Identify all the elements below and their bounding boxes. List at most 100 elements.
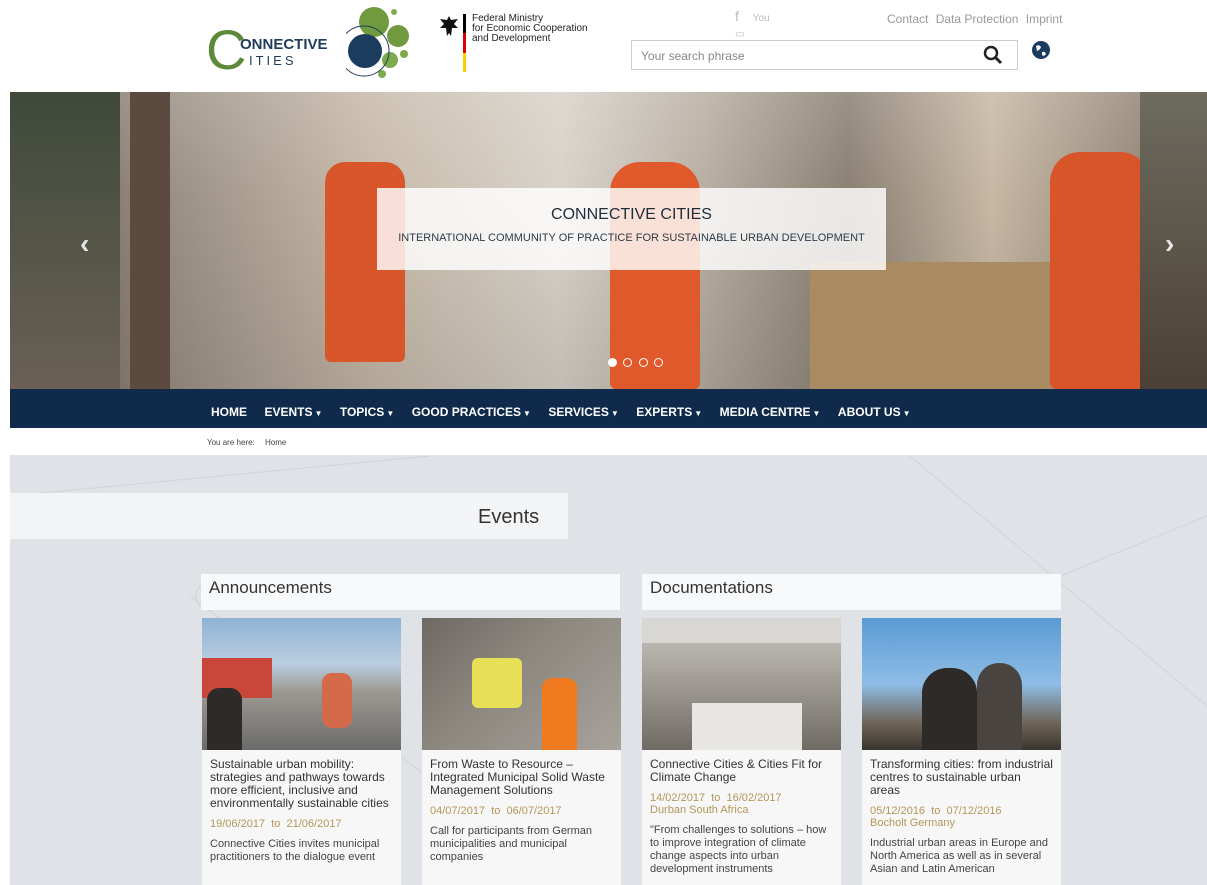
globe-icon[interactable] (1031, 40, 1051, 60)
logo-circles-icon (346, 7, 409, 78)
date-from: 19/06/2017 (210, 818, 266, 830)
nav-label-about-us: ABOUT US (837, 405, 901, 419)
event-card[interactable]: From Waste to Resource – Integrated Muni… (422, 618, 621, 885)
hero-cart (810, 262, 1050, 389)
logo-word-bottom: ITIES (249, 53, 297, 68)
nav-label-home: HOME (211, 405, 247, 419)
hero-trunk (130, 92, 170, 389)
date-separator: to (931, 805, 941, 817)
pedestrian-shape (207, 688, 242, 750)
event-title[interactable]: Transforming cities: from industrial cen… (870, 758, 1053, 797)
nav-item-topics[interactable]: TOPICS ▼ (340, 405, 394, 419)
slider-dots (608, 354, 665, 372)
top-links: Contact Data Protection Imprint (883, 12, 1062, 26)
event-description: Call for participants from German munici… (430, 825, 592, 863)
nav-item-good-practices[interactable]: GOOD PRACTICES ▼ (412, 405, 531, 419)
cyclist-shape (322, 673, 352, 728)
hero-tree-left (10, 92, 120, 389)
date-to: 16/02/2017 (726, 792, 782, 804)
social-links: f You ▭ (735, 8, 770, 40)
date-to: 07/12/2016 (946, 805, 1002, 817)
contact-link[interactable]: Contact (887, 12, 928, 26)
nav-item-about-us[interactable]: ABOUT US ▼ (838, 405, 911, 419)
nav-item-media-centre[interactable]: MEDIA CENTRE ▼ (720, 405, 821, 419)
slider-dot-2[interactable] (623, 358, 633, 367)
slider-prev-icon[interactable]: ‹ (80, 228, 89, 260)
imprint-link[interactable]: Imprint (1026, 12, 1063, 26)
event-dates: 04/07/2017 to 06/07/2017 (430, 805, 613, 817)
event-image-mobility[interactable] (202, 618, 401, 750)
event-title[interactable]: Connective Cities & Cities Fit for Clima… (650, 758, 833, 784)
documentations-heading: Documentations (642, 574, 1061, 610)
nav-label-media-centre: MEDIA CENTRE (719, 405, 811, 419)
event-title[interactable]: From Waste to Resource – Integrated Muni… (430, 758, 613, 797)
search-input[interactable]: Your search phrase (631, 40, 1018, 70)
event-card[interactable]: Sustainable urban mobility: strategies a… (202, 618, 401, 885)
ceiling-shape (642, 618, 841, 643)
youtube-icon[interactable]: You ▭ (735, 13, 770, 40)
slider-dot-1[interactable] (608, 358, 617, 367)
event-location: Bocholt Germany (870, 817, 955, 829)
hero-caption: CONNECTIVE CITIES INTERNATIONAL COMMUNIT… (377, 188, 886, 270)
nav-item-home[interactable]: HOME (211, 405, 247, 419)
event-dates: 19/06/2017 to 21/06/2017 (210, 818, 393, 830)
event-location: Durban South Africa (650, 804, 749, 816)
caret-down-icon: ▼ (812, 409, 821, 418)
event-card[interactable]: Transforming cities: from industrial cen… (862, 618, 1061, 885)
nav-item-services[interactable]: SERVICES ▼ (548, 405, 618, 419)
date-separator: to (271, 818, 281, 830)
facebook-icon[interactable]: f (735, 8, 739, 24)
hero-worker-right (1050, 152, 1150, 389)
announcements-heading: Announcements (201, 574, 620, 610)
nav-label-topics: TOPICS (339, 405, 385, 419)
page-title: Events (478, 506, 540, 528)
logo-word-top: ONNECTIVE (240, 36, 328, 53)
caret-down-icon: ▼ (523, 409, 531, 418)
slider-next-icon[interactable]: › (1165, 228, 1174, 260)
bin-shape (472, 658, 522, 708)
event-description: "From challenges to solutions – how to i… (650, 824, 827, 875)
caret-down-icon: ▼ (386, 409, 395, 418)
documentations-title[interactable]: Documentations (650, 578, 773, 598)
ministry-line-3: and Development (472, 33, 551, 44)
site-header: C ONNECTIVE ITIES Federal Ministry for E… (0, 0, 1207, 92)
event-title[interactable]: Sustainable urban mobility: strategies a… (210, 758, 393, 810)
event-image-bocholt[interactable] (862, 618, 1061, 750)
search-icon[interactable] (983, 45, 1003, 65)
hero-slider: CONNECTIVE CITIES INTERNATIONAL COMMUNIT… (10, 92, 1207, 389)
event-image-waste[interactable] (422, 618, 621, 750)
german-flag-bar (463, 14, 466, 72)
slider-dot-4[interactable] (654, 358, 664, 367)
date-separator: to (711, 792, 721, 804)
nav-item-experts[interactable]: EXPERTS ▼ (636, 405, 702, 419)
ministry-text: Federal Ministry for Economic Cooperatio… (472, 14, 588, 44)
person-shape (977, 663, 1022, 750)
date-to: 06/07/2017 (506, 805, 562, 817)
event-description: Industrial urban areas in Europe and Nor… (870, 837, 1048, 875)
connective-cities-logo[interactable]: C ONNECTIVE ITIES (206, 6, 416, 80)
event-image-durban[interactable] (642, 618, 841, 750)
caret-down-icon: ▼ (610, 409, 619, 418)
announcements-title[interactable]: Announcements (209, 578, 332, 598)
nav-label-experts: EXPERTS (636, 405, 693, 419)
caret-down-icon: ▼ (314, 409, 323, 418)
data-protection-link[interactable]: Data Protection (936, 12, 1019, 26)
event-dates: 05/12/2016 to 07/12/2016 (870, 805, 1053, 817)
bmz-logo[interactable]: Federal Ministry for Economic Cooperatio… (438, 14, 598, 74)
events-heading-box: Events (10, 493, 568, 539)
nav-item-events[interactable]: EVENTS ▼ (264, 405, 322, 419)
hero-subtitle: INTERNATIONAL COMMUNITY OF PRACTICE FOR … (398, 232, 865, 244)
breadcrumb: You are here: Home (10, 428, 1207, 456)
slider-dot-3[interactable] (638, 358, 648, 367)
eagle-icon (440, 16, 458, 36)
worker-shape (542, 678, 577, 750)
breadcrumb-prefix: You are here: (207, 438, 255, 447)
main-nav: HOME EVENTS ▼ TOPICS ▼ GOOD PRACTICES ▼ SER… (10, 389, 1207, 428)
table-shape (692, 703, 802, 750)
date-from: 14/02/2017 (650, 792, 706, 804)
date-separator: to (491, 805, 501, 817)
main-content: Events Announcements Documentations Sust… (10, 456, 1207, 885)
breadcrumb-home-link[interactable]: Home (265, 438, 286, 447)
event-card[interactable]: Connective Cities & Cities Fit for Clima… (642, 618, 841, 885)
caret-down-icon: ▼ (902, 409, 911, 418)
